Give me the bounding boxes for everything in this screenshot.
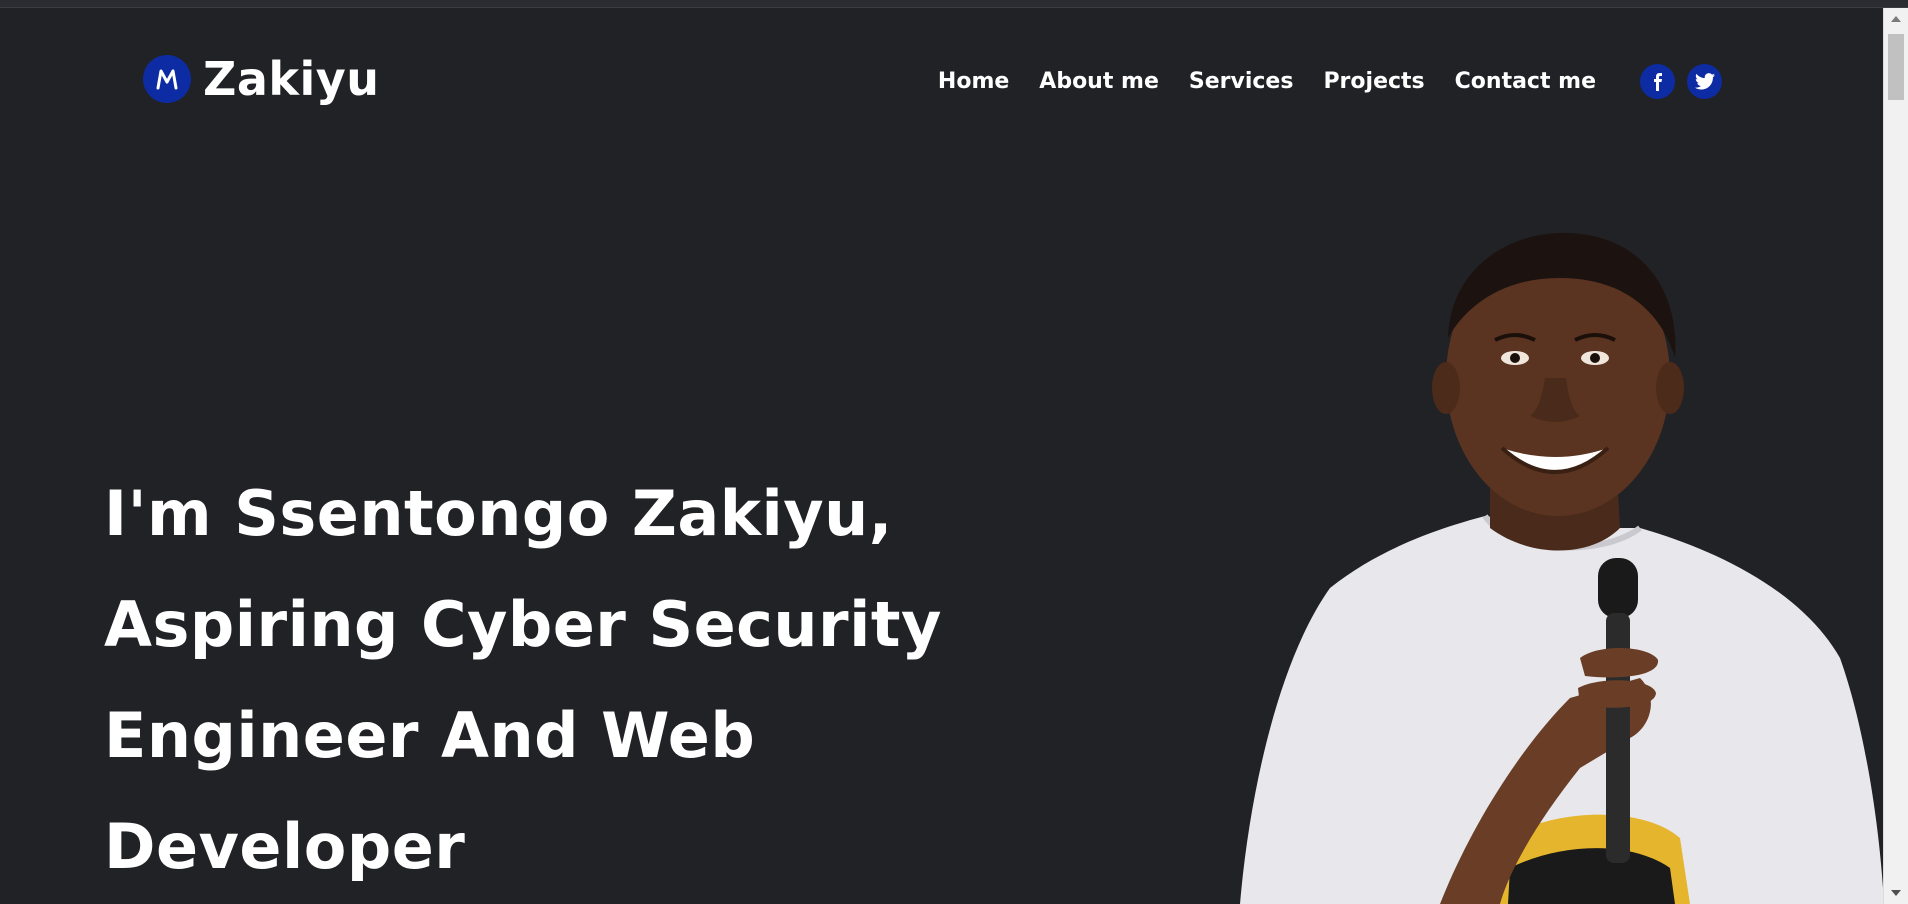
twitter-button[interactable]	[1687, 64, 1722, 99]
nav-projects-link[interactable]: Projects	[1323, 69, 1424, 94]
facebook-icon	[1653, 72, 1662, 91]
logo-m-icon	[156, 69, 178, 90]
nav-services-link[interactable]: Services	[1189, 69, 1294, 94]
facebook-button[interactable]	[1640, 64, 1675, 99]
brand-name: Zakiyu	[203, 52, 380, 106]
social-links	[1628, 64, 1722, 99]
hero-portrait	[1240, 232, 1884, 904]
hero-line: I'm Ssentongo Zakiyu,	[104, 477, 893, 550]
twitter-icon	[1694, 73, 1715, 90]
nav-contact-link[interactable]: Contact me	[1455, 69, 1596, 94]
page: Zakiyu Home About me Services Projects C…	[0, 8, 1884, 904]
nav-home-link[interactable]: Home	[938, 69, 1009, 94]
main-nav: Home About me Services Projects Contact …	[908, 64, 1722, 99]
nav-about-link[interactable]: About me	[1039, 69, 1159, 94]
scroll-up-arrow-icon[interactable]	[1884, 10, 1908, 28]
hero-heading: I'm Ssentongo Zakiyu, Aspiring Cyber Sec…	[104, 458, 942, 902]
hero-line: Engineer And Web	[104, 699, 756, 772]
brand-logo	[143, 55, 191, 103]
hero-line: Developer	[104, 810, 466, 883]
hero-line: Aspiring Cyber Security	[104, 588, 942, 661]
page-scrollbar[interactable]	[1883, 8, 1908, 904]
scroll-down-arrow-icon[interactable]	[1884, 884, 1908, 902]
window-top-edge	[0, 0, 1908, 8]
brand[interactable]: Zakiyu	[143, 52, 380, 106]
scrollbar-thumb[interactable]	[1888, 34, 1904, 100]
